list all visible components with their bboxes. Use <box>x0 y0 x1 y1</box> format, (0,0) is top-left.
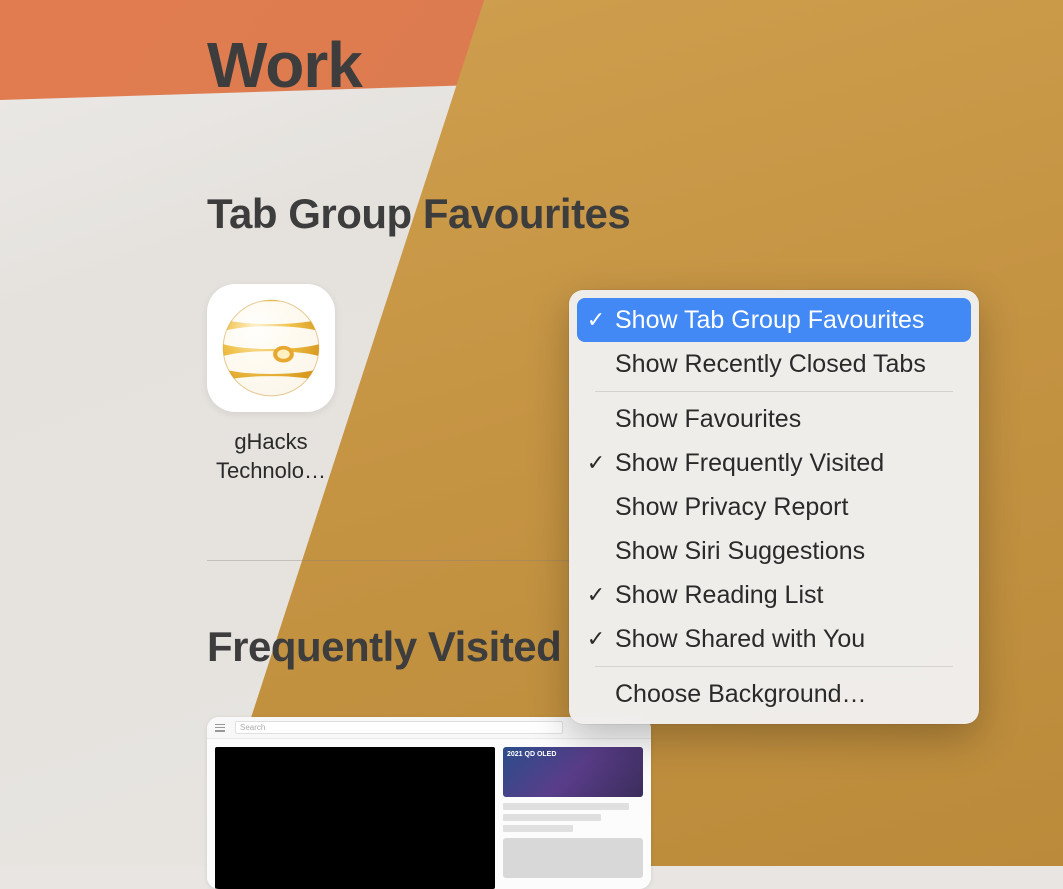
related-video-thumb: 2021 QD OLED <box>503 747 643 797</box>
checkmark-icon: ✓ <box>577 307 615 333</box>
favourite-label: gHacks Technolo… <box>207 428 335 485</box>
favourite-icon <box>207 284 335 412</box>
favourite-item[interactable]: gHacks Technolo… <box>207 284 335 485</box>
video-player-thumb <box>215 747 495 889</box>
menu-item-show-favourites[interactable]: Show Favourites <box>577 397 971 441</box>
menu-item-show-privacy-report[interactable]: Show Privacy Report <box>577 485 971 529</box>
section-title-favourites: Tab Group Favourites <box>207 190 1063 238</box>
context-menu: ✓ Show Tab Group Favourites Show Recentl… <box>569 290 979 724</box>
page-title: Work <box>207 28 1063 102</box>
checkmark-icon: ✓ <box>577 582 615 608</box>
frequently-item[interactable]: Search 2021 QD OLED <box>207 717 651 889</box>
hamburger-icon <box>215 724 225 732</box>
checkmark-icon: ✓ <box>577 626 615 652</box>
menu-item-show-reading-list[interactable]: ✓ Show Reading List <box>577 573 971 617</box>
checkmark-icon: ✓ <box>577 450 615 476</box>
menu-item-show-siri-suggestions[interactable]: Show Siri Suggestions <box>577 529 971 573</box>
menu-separator <box>595 666 953 667</box>
search-placeholder: Search <box>235 721 563 734</box>
site-thumbnail: Search 2021 QD OLED <box>207 717 651 889</box>
menu-item-choose-background[interactable]: Choose Background… <box>577 672 971 716</box>
menu-separator <box>595 391 953 392</box>
ghacks-sphere-icon <box>219 296 323 400</box>
menu-item-show-shared-with-you[interactable]: ✓ Show Shared with You <box>577 617 971 661</box>
menu-item-show-frequently-visited[interactable]: ✓ Show Frequently Visited <box>577 441 971 485</box>
menu-item-show-recently-closed-tabs[interactable]: Show Recently Closed Tabs <box>577 342 971 386</box>
related-video-thumb <box>503 838 643 878</box>
menu-item-show-tab-group-favourites[interactable]: ✓ Show Tab Group Favourites <box>577 298 971 342</box>
frequently-grid: Search 2021 QD OLED <box>207 717 1063 889</box>
